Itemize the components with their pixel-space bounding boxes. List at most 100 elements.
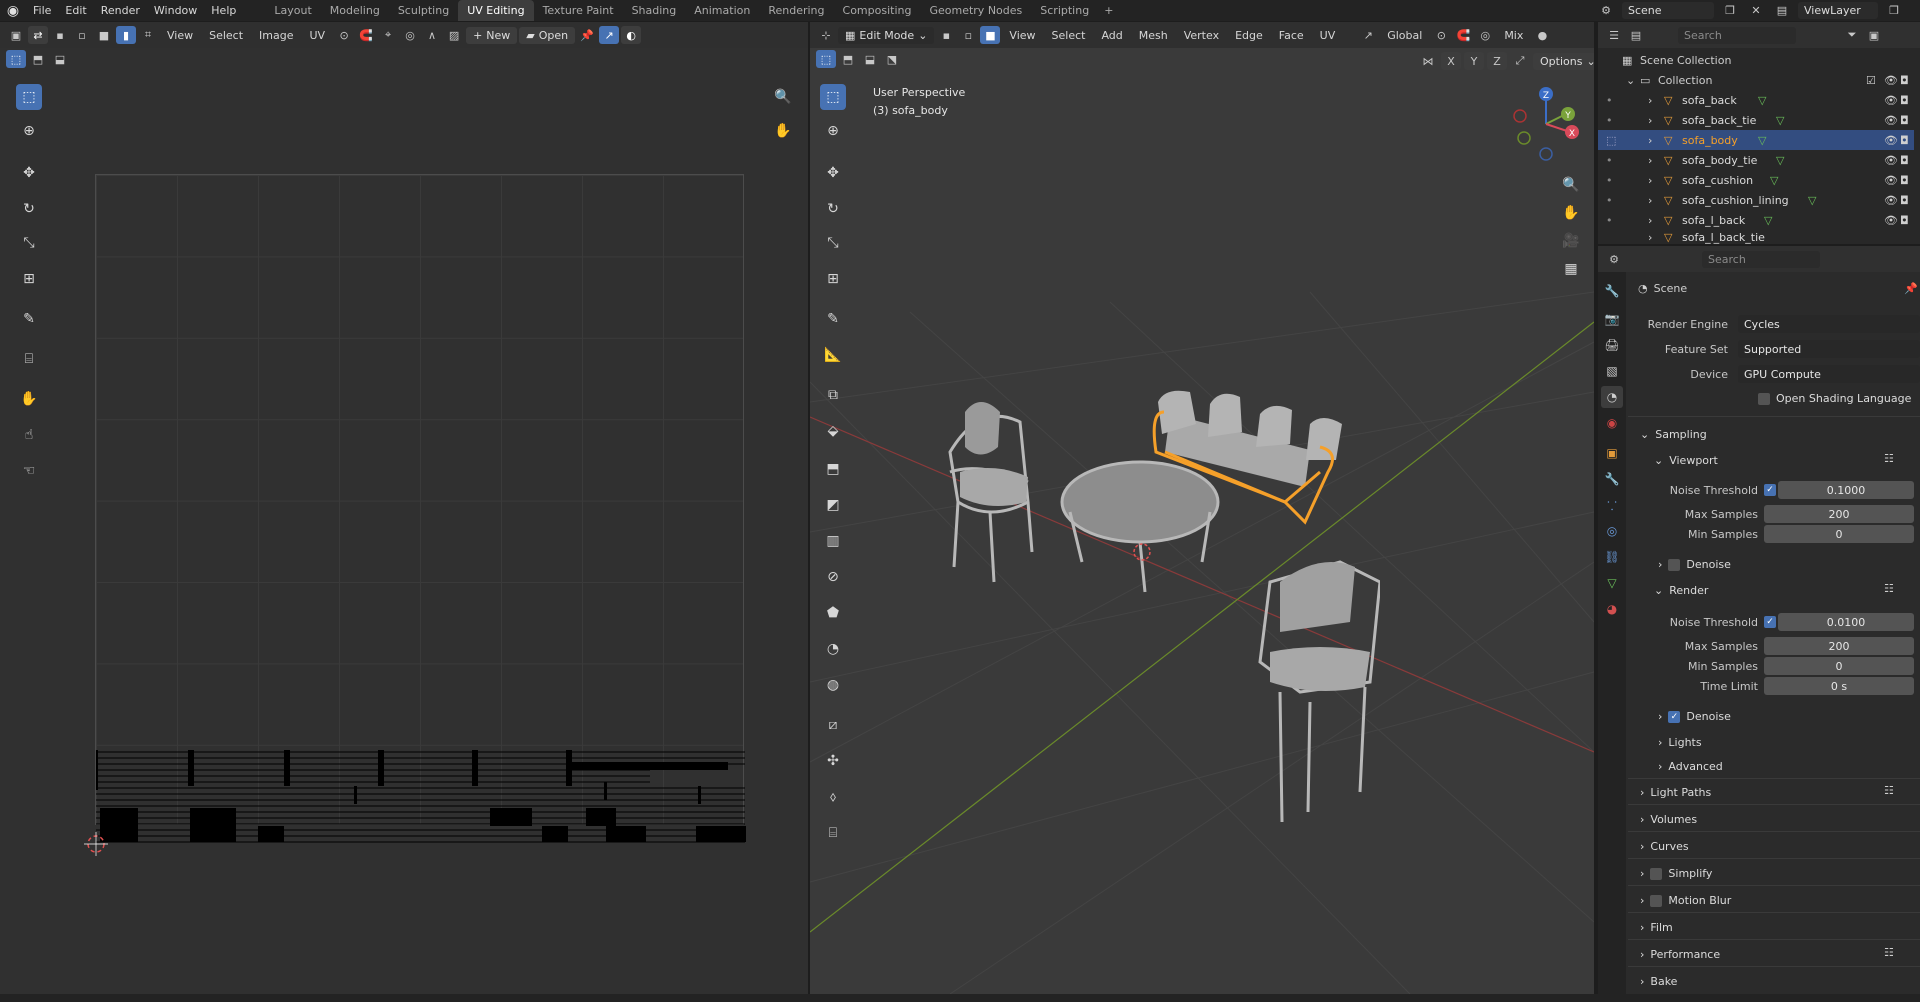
mirror-icon[interactable]: ⋈: [1418, 52, 1438, 70]
open-image-button[interactable]: ▰ Open: [519, 26, 576, 44]
vp-noise-threshold-checkbox[interactable]: ✓: [1764, 484, 1776, 496]
vp-menu-uv[interactable]: UV: [1313, 29, 1343, 42]
loop-cut-tool-icon[interactable]: ▥: [820, 528, 846, 554]
transform-tool-icon[interactable]: ⊞: [16, 266, 42, 292]
uv-2d-cursor-icon[interactable]: [84, 832, 108, 856]
vp-select-subtract-icon[interactable]: ⬓: [860, 50, 880, 68]
device-dropdown[interactable]: GPU Compute: [1738, 365, 1920, 383]
vp-menu-vertex[interactable]: Vertex: [1177, 29, 1226, 42]
collection-checkbox-icon[interactable]: ☑: [1866, 74, 1876, 87]
editor-type-icon[interactable]: ▣: [6, 26, 26, 44]
furniture-scene[interactable]: [910, 352, 1380, 842]
edge-slide-tool-icon[interactable]: ⧄: [820, 712, 846, 738]
light-paths-presets-icon[interactable]: ☷: [1884, 784, 1894, 797]
vertex-mode-icon[interactable]: ▪: [936, 26, 956, 44]
vp-menu-edge[interactable]: Edge: [1228, 29, 1270, 42]
image-browse-icon[interactable]: ▨: [444, 26, 464, 44]
select-extend-icon[interactable]: ⬒: [28, 50, 48, 68]
edge-select-icon[interactable]: ▫: [72, 26, 92, 44]
mirror-x[interactable]: X: [1441, 52, 1461, 70]
output-tab-icon[interactable]: 🖨: [1601, 334, 1623, 356]
face-select-icon[interactable]: ■: [94, 26, 114, 44]
face-mode-icon[interactable]: ■: [980, 26, 1001, 44]
tab-rendering[interactable]: Rendering: [759, 0, 833, 21]
vp-select-extend-icon[interactable]: ⬒: [838, 50, 858, 68]
world-tab-icon[interactable]: ◉: [1601, 412, 1623, 434]
r-max-samples-field[interactable]: 200: [1764, 637, 1914, 655]
film-panel[interactable]: › Film: [1640, 921, 1673, 934]
edit-toggle-icon[interactable]: •: [1606, 214, 1613, 227]
auto-merge-icon[interactable]: ⤢: [1510, 52, 1530, 70]
shrink-fatten-tool-icon[interactable]: ✣: [820, 748, 846, 774]
uv-menu-view[interactable]: View: [160, 29, 200, 42]
select-subtract-icon[interactable]: ⬓: [50, 50, 70, 68]
motion-blur-panel[interactable]: › Motion Blur: [1640, 894, 1731, 907]
menu-render[interactable]: Render: [94, 0, 147, 21]
osl-checkbox[interactable]: [1758, 392, 1770, 405]
constraints-tab-icon[interactable]: ⛓: [1601, 546, 1623, 568]
edge-mode-icon[interactable]: ▫: [958, 26, 978, 44]
vp-menu-add[interactable]: Add: [1094, 29, 1129, 42]
vp-menu-face[interactable]: Face: [1272, 29, 1311, 42]
overlay-dot-icon[interactable]: ●: [1532, 26, 1552, 44]
pan-view-icon[interactable]: ✋: [770, 118, 796, 144]
object-tab-icon[interactable]: ▣: [1601, 442, 1623, 464]
copy-view-layer-icon[interactable]: ❐: [1884, 2, 1904, 20]
vertex-select-icon[interactable]: ▪: [50, 26, 70, 44]
render-camera-icon[interactable]: ◘: [1900, 174, 1909, 187]
knife-tool-icon[interactable]: ⊘: [820, 564, 846, 590]
scale-tool-icon[interactable]: ⤡: [16, 230, 42, 256]
pivot-icon[interactable]: ⊙: [334, 26, 354, 44]
measure-tool-icon[interactable]: 📐: [820, 342, 846, 368]
curves-panel[interactable]: › Curves: [1640, 840, 1689, 853]
visibility-eye-icon[interactable]: 👁: [1884, 154, 1898, 167]
view-layer-tab-icon[interactable]: ▧: [1601, 360, 1623, 382]
overlay-toggle-icon[interactable]: ◐: [621, 26, 642, 44]
orientation-dropdown[interactable]: Global: [1380, 29, 1429, 42]
tab-texture-paint[interactable]: Texture Paint: [534, 0, 623, 21]
uv-menu-image[interactable]: Image: [252, 29, 300, 42]
visibility-eye-icon[interactable]: 👁: [1884, 174, 1898, 187]
spin-tool-icon[interactable]: ◔: [820, 636, 846, 662]
vp-min-samples-field[interactable]: 0: [1764, 525, 1914, 543]
add-workspace-icon[interactable]: +: [1098, 0, 1119, 21]
r-noise-threshold-field[interactable]: 0.0100: [1778, 613, 1914, 631]
scene-collection-row[interactable]: ▦ Scene Collection: [1598, 50, 1914, 70]
expand-chevron-icon[interactable]: ›: [1648, 231, 1652, 244]
tool-tab-icon[interactable]: 🔧: [1601, 280, 1623, 302]
inset-tool-icon[interactable]: ⬒: [820, 456, 846, 482]
outliner-item-sofa-cushion-lining[interactable]: • › ▽ sofa_cushion_lining ▽ 👁 ◘: [1598, 190, 1914, 210]
expand-chevron-icon[interactable]: ›: [1648, 214, 1652, 227]
vp-rotate-tool-icon[interactable]: ↻: [820, 196, 846, 222]
vp-denoise-subpanel[interactable]: › Denoise: [1658, 558, 1731, 571]
vp-annotate-tool-icon[interactable]: ✎: [820, 306, 846, 332]
outliner-item-sofa-body[interactable]: ⬚ › ▽ sofa_body ▽ 👁 ◘: [1598, 130, 1914, 150]
feature-set-dropdown[interactable]: Supported: [1738, 340, 1920, 358]
vp-menu-mesh[interactable]: Mesh: [1132, 29, 1175, 42]
render-camera-icon[interactable]: ◘: [1900, 154, 1909, 167]
pin-icon[interactable]: 📌: [577, 26, 597, 44]
select-box-mode-icon[interactable]: ⬚: [6, 50, 26, 68]
grab-tool-icon[interactable]: ✋: [16, 386, 42, 412]
edit-toggle-icon[interactable]: •: [1606, 94, 1613, 107]
simplify-panel[interactable]: › Simplify: [1640, 867, 1712, 880]
view-layer-field[interactable]: ViewLayer: [1798, 2, 1878, 19]
add-cube-tool-icon[interactable]: ⧉: [820, 382, 846, 408]
performance-panel[interactable]: › Performance: [1640, 948, 1720, 961]
mode-dropdown[interactable]: ▦ Edit Mode ⌄: [838, 26, 935, 44]
render-subpanel-header[interactable]: ⌄ Render: [1654, 584, 1708, 597]
pinch-tool-icon[interactable]: ☜: [16, 458, 42, 484]
visibility-eye-icon[interactable]: 👁: [1884, 214, 1898, 227]
menu-edit[interactable]: Edit: [58, 0, 93, 21]
properties-editor-type-icon[interactable]: ⚙: [1604, 250, 1624, 268]
r-denoise-checkbox[interactable]: ✓: [1668, 710, 1681, 723]
tab-modeling[interactable]: Modeling: [321, 0, 389, 21]
new-image-button[interactable]: + New: [466, 26, 518, 44]
close-scene-icon[interactable]: ✕: [1746, 2, 1766, 20]
tab-uv-editing[interactable]: UV Editing: [458, 0, 534, 21]
vp-zoom-icon[interactable]: 🔍: [1558, 172, 1584, 198]
pivot-point-icon[interactable]: ⊙: [1431, 26, 1451, 44]
vp-select-tool-icon[interactable]: ⬚: [820, 84, 846, 110]
r-min-samples-field[interactable]: 0: [1764, 657, 1914, 675]
bevel-tool-icon[interactable]: ◩: [820, 492, 846, 518]
